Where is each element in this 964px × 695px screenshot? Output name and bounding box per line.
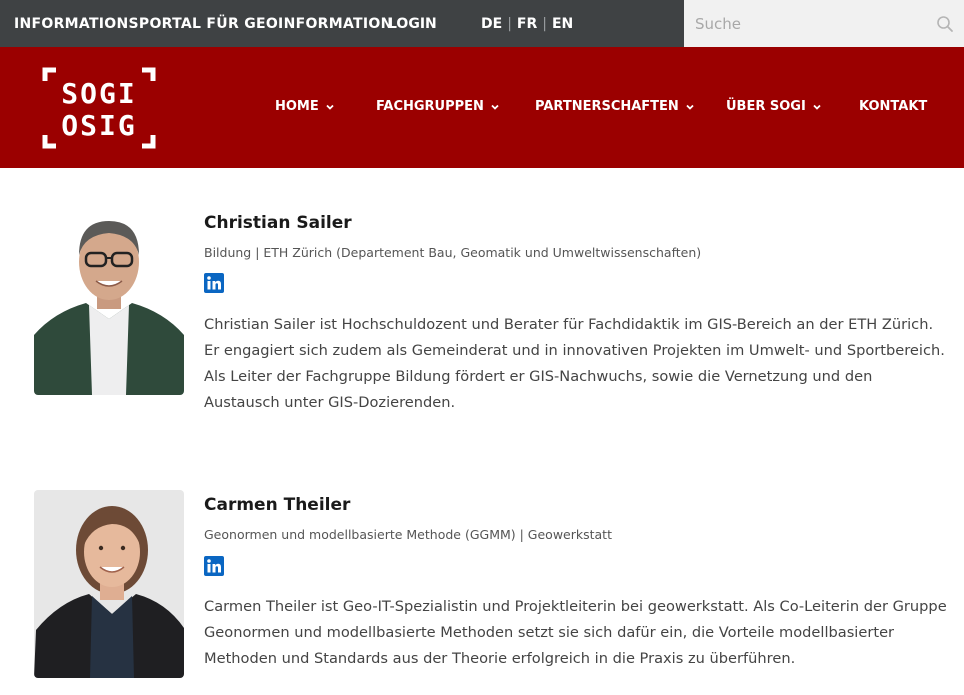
person-role: Geonormen und modellbasierte Methode (GG…	[204, 527, 612, 542]
sogi-logo[interactable]: SOGI OSIG	[42, 67, 156, 149]
person-photo	[34, 490, 184, 678]
person-name: Christian Sailer	[204, 213, 352, 233]
nav-kontakt-label: KONTAKT	[859, 99, 928, 114]
person-description: Carmen Theiler ist Geo-IT-Spezialistin u…	[204, 598, 947, 667]
logo-line-2: OSIG	[61, 109, 136, 142]
language-switcher: DE | FR | EN	[481, 16, 573, 32]
nav-partnerschaften[interactable]: PARTNERSCHAFTEN	[535, 99, 695, 114]
lang-de[interactable]: DE	[481, 16, 502, 32]
person-photo	[34, 207, 184, 395]
person-description: Christian Sailer ist Hochschuldozent und…	[204, 316, 945, 411]
linkedin-icon[interactable]	[204, 273, 224, 293]
nav-home-label: HOME	[275, 99, 319, 114]
lang-separator: |	[542, 16, 547, 32]
site-header: SOGI OSIG HOME FACHGRUPPEN PARTNERSCHAFT…	[0, 47, 964, 168]
nav-kontakt[interactable]: KONTAKT	[859, 99, 927, 114]
search-icon[interactable]	[936, 15, 954, 33]
chevron-down-icon	[813, 104, 821, 110]
person-role: Bildung | ETH Zürich (Departement Bau, G…	[204, 245, 702, 260]
lang-fr[interactable]: FR	[517, 16, 537, 32]
login-link[interactable]: LOGIN	[388, 16, 437, 32]
search-input[interactable]	[684, 0, 924, 47]
logo-line-1: SOGI	[61, 77, 136, 110]
search-box	[684, 0, 964, 47]
nav-partnerschaften-label: PARTNERSCHAFTEN	[535, 99, 679, 114]
nav-fachgruppen[interactable]: FACHGRUPPEN	[376, 99, 500, 114]
chevron-down-icon	[326, 104, 334, 110]
nav-fachgruppen-label: FACHGRUPPEN	[376, 99, 484, 114]
nav-home[interactable]: HOME	[275, 99, 335, 114]
nav-ueber-sogi[interactable]: ÜBER SOGI	[726, 99, 822, 114]
person-name: Carmen Theiler	[204, 495, 351, 515]
linkedin-icon[interactable]	[204, 556, 224, 576]
top-bar: INFORMATIONSPORTAL FÜR GEOINFORMATION LO…	[0, 0, 964, 47]
lang-en[interactable]: EN	[552, 16, 573, 32]
nav-ueber-sogi-label: ÜBER SOGI	[726, 99, 806, 114]
chevron-down-icon	[686, 104, 694, 110]
lang-separator: |	[507, 16, 512, 32]
chevron-down-icon	[491, 104, 499, 110]
portal-title[interactable]: INFORMATIONSPORTAL FÜR GEOINFORMATION	[14, 16, 393, 32]
